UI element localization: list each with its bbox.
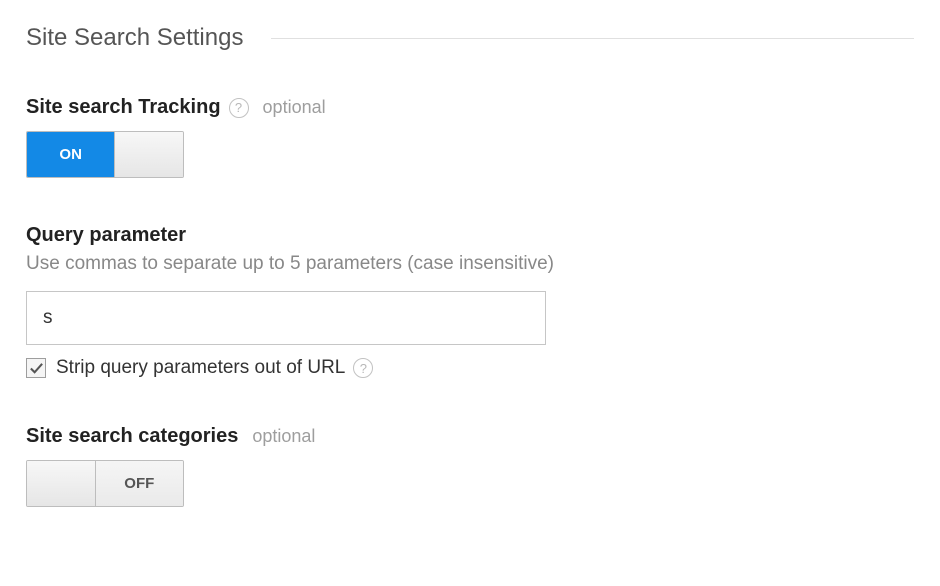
- section-title: Site Search Settings: [26, 24, 243, 52]
- query-label-row: Query parameter: [26, 224, 914, 247]
- categories-label: Site search categories: [26, 425, 238, 448]
- toggle-handle: [27, 461, 96, 506]
- tracking-toggle[interactable]: ON: [26, 131, 184, 178]
- categories-toggle[interactable]: OFF: [26, 460, 184, 507]
- toggle-on-label: ON: [27, 132, 114, 177]
- strip-query-checkbox[interactable]: [26, 358, 46, 378]
- optional-tag: optional: [252, 426, 315, 447]
- query-parameter-group: Query parameter Use commas to separate u…: [26, 224, 914, 379]
- checkmark-icon: [29, 361, 44, 376]
- toggle-handle: [114, 132, 183, 177]
- tracking-label-row: Site search Tracking ? optional: [26, 96, 914, 119]
- help-icon[interactable]: ?: [229, 98, 249, 118]
- site-search-categories-group: Site search categories optional OFF: [26, 425, 914, 511]
- strip-query-row: Strip query parameters out of URL ?: [26, 357, 914, 379]
- categories-label-row: Site search categories optional: [26, 425, 914, 448]
- query-parameter-description: Use commas to separate up to 5 parameter…: [26, 253, 914, 275]
- site-search-tracking-group: Site search Tracking ? optional ON: [26, 96, 914, 178]
- toggle-off-label: OFF: [96, 461, 183, 506]
- optional-tag: optional: [263, 97, 326, 118]
- query-parameter-input[interactable]: [26, 291, 546, 345]
- query-parameter-label: Query parameter: [26, 224, 186, 247]
- section-divider: [271, 38, 914, 39]
- strip-query-label: Strip query parameters out of URL: [56, 357, 345, 379]
- help-icon[interactable]: ?: [353, 358, 373, 378]
- section-header: Site Search Settings: [26, 24, 914, 52]
- tracking-label: Site search Tracking: [26, 96, 221, 119]
